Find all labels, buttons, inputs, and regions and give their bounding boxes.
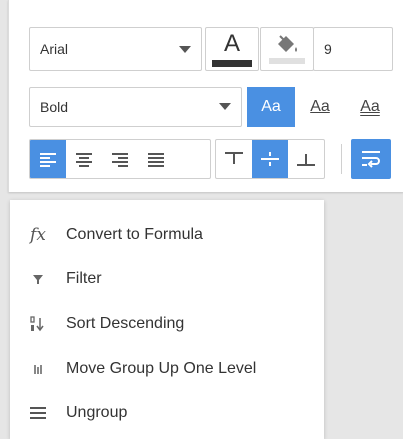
align-center-icon: [76, 153, 92, 167]
style-normal-label: Aa: [261, 98, 281, 115]
align-bottom-icon: [297, 154, 315, 166]
wrap-text-button[interactable]: [351, 139, 391, 179]
font-color-button[interactable]: A: [205, 27, 259, 71]
align-top-button[interactable]: [216, 140, 252, 178]
menu-item-label: Sort Descending: [66, 315, 185, 332]
vertical-align-group: [215, 139, 325, 179]
align-justify-button[interactable]: [138, 140, 174, 178]
font-style-select[interactable]: Bold: [29, 87, 242, 127]
align-middle-button[interactable]: [252, 140, 288, 178]
menu-item-label: Filter: [66, 270, 102, 287]
style-normal-button[interactable]: Aa: [247, 87, 295, 127]
style-double-underline-label: Aa: [360, 98, 380, 115]
wrap-text-icon: [362, 151, 380, 168]
paint-bucket-icon: [269, 35, 305, 64]
horizontal-align-group: [29, 139, 211, 179]
chevron-down-icon: [179, 46, 191, 53]
chevron-down-icon: [219, 103, 231, 110]
formatting-toolbar: Arial A 9 Bold Aa Aa Aa: [8, 0, 403, 192]
sort-descending-icon: [10, 316, 66, 332]
text-style-group: Aa Aa Aa: [247, 87, 395, 127]
align-middle-icon: [261, 152, 279, 166]
ungroup-icon: [10, 406, 66, 420]
align-justify-icon: [148, 153, 164, 167]
menu-item-convert-to-formula[interactable]: fx Convert to Formula: [10, 215, 324, 255]
align-right-button[interactable]: [102, 140, 138, 178]
font-style-value: Bold: [40, 99, 69, 115]
font-size-input[interactable]: 9: [313, 27, 393, 71]
menu-item-ungroup[interactable]: Ungroup: [10, 393, 324, 433]
menu-item-sort-descending[interactable]: Sort Descending: [10, 304, 324, 344]
align-top-icon: [225, 152, 243, 164]
align-right-icon: [112, 153, 128, 167]
style-double-underline-button[interactable]: Aa: [345, 87, 395, 127]
fill-color-button[interactable]: [260, 27, 314, 71]
menu-item-move-group-up[interactable]: Move Group Up One Level: [10, 349, 324, 389]
align-bottom-button[interactable]: [288, 140, 324, 178]
align-left-icon: [40, 153, 56, 167]
style-underline-button[interactable]: Aa: [295, 87, 345, 127]
move-group-up-icon: [10, 363, 66, 375]
menu-item-filter[interactable]: Filter: [10, 259, 324, 299]
font-family-select[interactable]: Arial: [29, 27, 202, 71]
font-color-swatch: [212, 60, 252, 67]
font-size-value: 9: [324, 41, 332, 57]
filter-icon: [10, 273, 66, 285]
menu-item-label: Ungroup: [66, 404, 128, 421]
align-left-button[interactable]: [30, 140, 66, 178]
align-center-button[interactable]: [66, 140, 102, 178]
font-color-glyph: A: [223, 30, 240, 57]
menu-item-label: Convert to Formula: [66, 226, 203, 243]
toolbar-divider: [341, 144, 342, 174]
style-underline-label: Aa: [310, 98, 330, 115]
font-family-value: Arial: [40, 41, 69, 57]
fx-icon: fx: [30, 225, 46, 245]
menu-item-label: Move Group Up One Level: [66, 360, 257, 377]
context-menu: fx Convert to Formula Filter Sort Descen…: [10, 200, 324, 439]
